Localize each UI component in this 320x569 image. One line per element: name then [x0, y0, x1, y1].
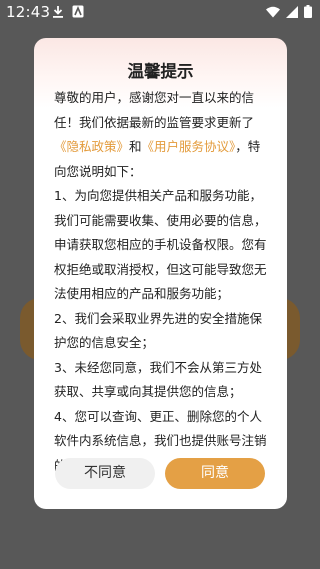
disagree-button[interactable]: 不同意	[55, 458, 155, 489]
dialog-intro: 尊敬的用户，感谢您对一直以来的信任！我们依据最新的监管要求更新了《隐私政策》和《…	[54, 86, 272, 184]
status-time: 12:43	[6, 3, 51, 21]
list-item: 1、为向您提供相关产品和服务功能，我们可能需要收集、使用必要的信息，申请获取您相…	[54, 188, 267, 301]
user-agreement-link[interactable]: 《用户服务协议》	[142, 139, 236, 154]
status-system-icons	[266, 5, 312, 22]
wifi-icon	[266, 6, 280, 22]
dialog-title: 温馨提示	[127, 62, 194, 81]
privacy-policy-link[interactable]: 《隐私政策》	[54, 139, 129, 154]
battery-icon	[304, 5, 312, 22]
agree-button[interactable]: 同意	[165, 458, 265, 489]
dialog-body: 尊敬的用户，感谢您对一直以来的信任！我们依据最新的监管要求更新了《隐私政策》和《…	[54, 86, 272, 478]
and-text: 和	[129, 139, 142, 154]
intro-text: 尊敬的用户，感谢您对一直以来的信任！我们依据最新的监管要求更新了	[54, 90, 255, 130]
screen: { "status_bar": { "time": "12:43", "icon…	[0, 0, 320, 569]
download-icon	[52, 5, 64, 22]
privacy-dialog: 温馨提示 尊敬的用户，感谢您对一直以来的信任！我们依据最新的监管要求更新了《隐私…	[34, 38, 287, 509]
list-item: 3、未经您同意，我们不会从第三方处获取、共享或向其提供您的信息；	[54, 359, 262, 400]
list-item: 2、我们会采取业界先进的安全措施保护您的信息安全；	[54, 310, 262, 351]
status-bar: 12:43	[0, 0, 320, 24]
notification-app-icon	[72, 5, 84, 22]
signal-icon	[286, 5, 298, 22]
status-notification-icons	[52, 5, 84, 22]
